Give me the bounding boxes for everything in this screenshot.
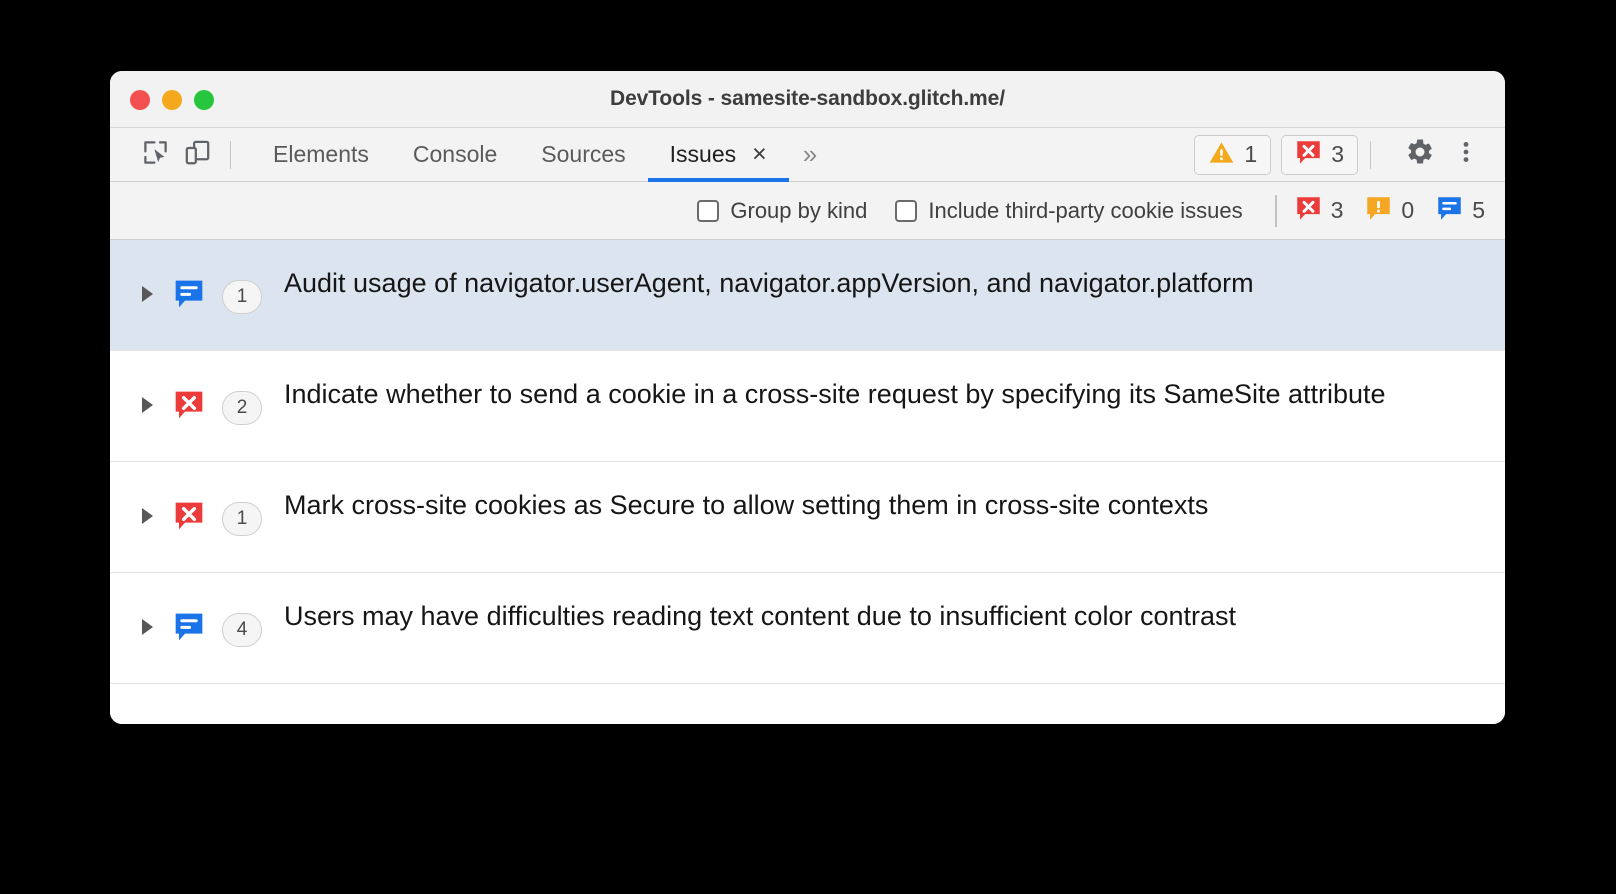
tab-sources[interactable]: Sources xyxy=(519,128,647,182)
group-by-kind-checkbox[interactable]: Group by kind xyxy=(697,198,867,224)
device-toolbar-button[interactable] xyxy=(176,134,218,176)
issue-title: Indicate whether to send a cookie in a c… xyxy=(284,379,1386,409)
traffic-light-group xyxy=(130,71,214,128)
table-row[interactable]: 1 Mark cross-site cookies as Secure to a… xyxy=(110,462,1505,573)
error-bubble-icon xyxy=(1295,195,1322,227)
include-third-party-label: Include third-party cookie issues xyxy=(928,197,1243,223)
more-vertical-icon xyxy=(1453,139,1479,170)
devtools-window: DevTools - samesite-sandbox.glitch.me/ E… xyxy=(110,71,1505,724)
devtools-tabbar: Elements Console Sources Issues × » 1 3 xyxy=(110,128,1505,182)
expand-arrow-icon[interactable] xyxy=(136,286,158,302)
warning-count-button[interactable]: 1 xyxy=(1194,134,1272,175)
filter-info-count[interactable]: 5 xyxy=(1436,195,1485,227)
issue-count-badge: 1 xyxy=(222,280,262,314)
error-bubble-icon xyxy=(172,500,206,532)
filter-warning-count[interactable]: 0 xyxy=(1365,195,1414,227)
tab-console-label: Console xyxy=(412,141,498,167)
tab-sources-label: Sources xyxy=(541,141,626,167)
tab-issues[interactable]: Issues × xyxy=(647,128,789,182)
issues-filter-bar: Group by kind Include third-party cookie… xyxy=(110,182,1505,240)
filterbar-divider xyxy=(1274,194,1277,227)
window-titlebar: DevTools - samesite-sandbox.glitch.me/ xyxy=(110,71,1505,128)
issue-title: Audit usage of navigator.userAgent, navi… xyxy=(284,268,1254,298)
toolbar-divider xyxy=(230,140,231,169)
issues-list: 1 Audit usage of navigator.userAgent, na… xyxy=(110,240,1505,724)
more-options-button[interactable] xyxy=(1445,134,1487,176)
tab-elements-label: Elements xyxy=(273,141,369,167)
info-bubble-icon xyxy=(172,278,206,310)
error-count-value: 3 xyxy=(1331,141,1344,167)
filter-error-count[interactable]: 3 xyxy=(1295,195,1344,227)
issue-title: Users may have difficulties reading text… xyxy=(284,601,1237,631)
issue-count-badge: 2 xyxy=(222,391,262,425)
checkbox-icon[interactable] xyxy=(697,199,720,222)
table-row[interactable]: 2 Indicate whether to send a cookie in a… xyxy=(110,351,1505,462)
filter-error-count-value: 3 xyxy=(1330,197,1344,223)
filter-warning-count-value: 0 xyxy=(1401,197,1415,223)
error-bubble-icon xyxy=(1295,139,1322,171)
close-window-button[interactable] xyxy=(130,89,150,110)
error-bubble-icon xyxy=(172,389,206,421)
gear-icon xyxy=(1405,137,1435,172)
checkbox-icon[interactable] xyxy=(895,199,918,222)
warning-bubble-icon xyxy=(1365,195,1392,227)
table-row[interactable]: 1 Audit usage of navigator.userAgent, na… xyxy=(110,240,1505,351)
close-icon[interactable]: × xyxy=(752,142,767,167)
issue-title: Mark cross-site cookies as Secure to all… xyxy=(284,490,1209,520)
screenshot-root: DevTools - samesite-sandbox.glitch.me/ E… xyxy=(0,0,1616,894)
filter-info-count-value: 5 xyxy=(1472,197,1485,223)
expand-arrow-icon[interactable] xyxy=(136,397,158,413)
warning-count-value: 1 xyxy=(1244,141,1258,167)
settings-button[interactable] xyxy=(1399,134,1441,176)
panel-tabs: Elements Console Sources Issues × xyxy=(251,128,789,182)
inspect-element-icon xyxy=(142,139,169,171)
info-bubble-icon xyxy=(172,611,206,643)
chevron-double-right-icon: » xyxy=(802,139,818,169)
tab-issues-label: Issues xyxy=(669,141,737,167)
tab-elements[interactable]: Elements xyxy=(251,128,391,182)
issue-count-badge: 4 xyxy=(222,613,262,647)
issue-count-badge: 1 xyxy=(222,502,262,536)
minimize-window-button[interactable] xyxy=(162,89,182,110)
window-title: DevTools - samesite-sandbox.glitch.me/ xyxy=(610,87,1005,110)
expand-arrow-icon[interactable] xyxy=(136,619,158,635)
more-tabs-button[interactable]: » xyxy=(789,128,831,182)
toolbar-divider-2 xyxy=(1370,140,1371,169)
group-by-kind-label: Group by kind xyxy=(730,197,868,223)
include-third-party-checkbox[interactable]: Include third-party cookie issues xyxy=(895,197,1243,224)
maximize-window-button[interactable] xyxy=(194,89,214,110)
tab-console[interactable]: Console xyxy=(391,128,519,182)
inspect-element-button[interactable] xyxy=(134,134,176,176)
expand-arrow-icon[interactable] xyxy=(136,508,158,524)
device-toolbar-icon xyxy=(184,139,211,171)
info-bubble-icon xyxy=(1436,195,1463,227)
table-row[interactable]: 4 Users may have difficulties reading te… xyxy=(110,573,1505,684)
error-count-button[interactable]: 3 xyxy=(1281,134,1358,175)
warning-triangle-icon xyxy=(1208,139,1235,171)
